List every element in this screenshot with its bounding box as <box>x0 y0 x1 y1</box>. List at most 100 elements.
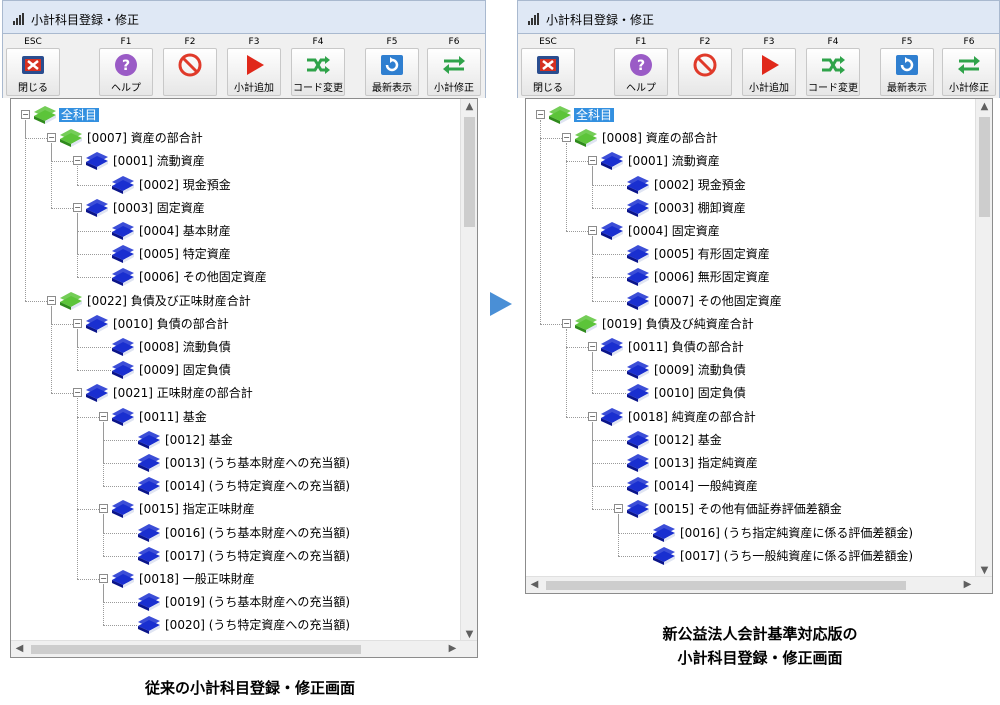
toolbar-button-f1[interactable]: F1? ヘルプ <box>96 34 156 98</box>
button-face[interactable]: 閉じる <box>521 48 575 96</box>
button-face[interactable]: 小計追加 <box>742 48 796 96</box>
collapse-icon[interactable]: − <box>99 504 108 514</box>
tree-node-label: [0006] その他固定資産 <box>139 270 267 285</box>
button-face[interactable]: 最新表示 <box>365 48 419 96</box>
horizontal-scrollbar[interactable]: ◀ ▶ <box>526 576 992 593</box>
help-icon: ? <box>115 54 137 76</box>
tree-node-label: [0005] 有形固定資産 <box>654 247 770 262</box>
tree-connector <box>77 254 111 256</box>
collapse-icon[interactable]: − <box>99 411 108 421</box>
toolbar-button-f5[interactable]: F5 最新表示 <box>362 34 422 98</box>
scroll-thumb[interactable] <box>979 117 990 217</box>
hscroll-thumb[interactable] <box>31 645 361 654</box>
button-face[interactable]: コード変更 <box>291 48 345 96</box>
button-face[interactable] <box>163 48 217 96</box>
scroll-down-icon[interactable]: ▼ <box>461 629 477 640</box>
button-face[interactable]: ? ヘルプ <box>614 48 668 96</box>
account-tree[interactable]: ▲ ▼ ◀ ▶ − 全科目 − [0008] 資産の部合計 − [0001] 流動資産 [0… <box>525 98 993 594</box>
tree-connector <box>77 398 78 579</box>
tree-connector <box>540 138 562 140</box>
collapse-icon[interactable]: − <box>99 574 108 583</box>
collapse-icon[interactable]: − <box>588 411 597 421</box>
tree-connector <box>25 300 47 302</box>
collapse-icon[interactable]: − <box>588 156 597 166</box>
tree-node-label: [0013] (うち基本財産への充当額) <box>165 456 351 470</box>
scroll-right-icon[interactable]: ▶ <box>444 643 461 654</box>
toolbar-button-esc[interactable]: ESC 閉じる <box>518 34 578 98</box>
toolbar-button-f2[interactable]: F2 <box>675 34 735 98</box>
account-book-icon <box>112 338 134 356</box>
tree-node-label: [0004] 固定資産 <box>628 224 720 238</box>
tree-node-label: [0020] (うち特定資産への充当額) <box>165 618 351 633</box>
button-face[interactable]: コード変更 <box>806 48 860 96</box>
collapse-icon[interactable]: − <box>73 388 82 398</box>
scroll-up-icon[interactable]: ▲ <box>461 101 477 112</box>
button-face[interactable]: ? ヘルプ <box>99 48 153 96</box>
collapse-icon[interactable]: − <box>47 133 56 143</box>
tree-node-label: [0009] 固定負債 <box>139 363 231 378</box>
tree-node-label: [0017] (うち特定資産への充当額) <box>165 548 351 563</box>
button-face[interactable]: 小計修正 <box>942 48 996 96</box>
arrow-right-icon <box>490 292 512 316</box>
toolbar-button-f4[interactable]: F4 コード変更 <box>288 34 348 98</box>
window-title: 小計科目登録・修正 <box>31 13 140 27</box>
scroll-down-icon[interactable]: ▼ <box>976 565 992 576</box>
vertical-scrollbar[interactable]: ▲ ▼ <box>460 99 477 642</box>
button-face[interactable]: 小計修正 <box>427 48 481 96</box>
account-book-icon <box>549 106 571 124</box>
tree-connector <box>103 625 137 627</box>
account-book-icon <box>112 361 134 380</box>
tree-node-label: [0010] 負債の部合計 <box>113 316 229 331</box>
toolbar-button-f5[interactable]: F5 最新表示 <box>877 34 937 98</box>
tree-connector <box>618 514 619 556</box>
collapse-icon[interactable]: − <box>588 342 597 351</box>
toolbar-button-f2[interactable]: F2 <box>160 34 220 98</box>
button-face[interactable] <box>678 48 732 96</box>
toolbar-button-f3[interactable]: F3 小計追加 <box>224 34 284 98</box>
toolbar-button-f3[interactable]: F3 小計追加 <box>739 34 799 98</box>
collapse-icon[interactable]: − <box>73 202 82 212</box>
tree-connector <box>592 207 626 209</box>
account-book-icon <box>653 523 675 542</box>
account-book-icon <box>86 198 108 217</box>
scroll-right-icon[interactable]: ▶ <box>959 579 976 590</box>
button-label: コード変更 <box>293 83 343 94</box>
toolbar: ESC 閉じる F1? ヘルプ F2 F3 小計追加 F4 コード変更 F5 最新表示 F6 小計修正 <box>517 34 1000 98</box>
scroll-left-icon[interactable]: ◀ <box>11 643 28 654</box>
collapse-icon[interactable]: − <box>47 295 56 305</box>
vertical-scrollbar[interactable]: ▲ ▼ <box>975 99 992 578</box>
collapse-icon[interactable]: − <box>588 226 597 235</box>
tree-connector <box>566 328 567 417</box>
button-face[interactable]: 閉じる <box>6 48 60 96</box>
toolbar-button-f6[interactable]: F6 小計修正 <box>939 34 999 98</box>
collapse-icon[interactable]: − <box>614 504 623 514</box>
collapse-icon[interactable]: − <box>73 156 82 166</box>
collapse-icon[interactable]: − <box>536 110 545 119</box>
tree-connector <box>592 421 593 510</box>
button-face[interactable]: 小計追加 <box>227 48 281 96</box>
tree-node-label: [0014] (うち特定資産への充当額) <box>165 479 351 494</box>
tree-connector <box>103 555 137 557</box>
account-tree[interactable]: ▲ ▼ ◀ ▶ − 全科目 − [0007] 資産の部合計 − [0001] 流動資産 [0… <box>10 98 478 658</box>
collapse-icon[interactable]: − <box>21 110 30 119</box>
collapse-icon[interactable]: − <box>562 318 571 328</box>
tree-connector <box>103 532 137 534</box>
scroll-left-icon[interactable]: ◀ <box>526 579 543 590</box>
swap-icon <box>958 56 980 74</box>
toolbar-button-f4[interactable]: F4 コード変更 <box>803 34 863 98</box>
button-label: 小計追加 <box>234 83 274 94</box>
button-face[interactable]: 最新表示 <box>880 48 934 96</box>
hscroll-thumb[interactable] <box>546 581 906 590</box>
tree-connector <box>592 393 626 395</box>
horizontal-scrollbar[interactable]: ◀ ▶ <box>11 640 477 657</box>
tree-node-label: [0016] (うち指定純資産に係る評価差額金) <box>680 525 914 540</box>
scroll-thumb[interactable] <box>464 117 475 227</box>
toolbar-button-f6[interactable]: F6 小計修正 <box>424 34 484 98</box>
collapse-icon[interactable]: − <box>73 318 82 328</box>
account-book-icon <box>575 129 597 148</box>
collapse-icon[interactable]: − <box>562 133 571 143</box>
scroll-up-icon[interactable]: ▲ <box>976 101 992 112</box>
toolbar-button-f1[interactable]: F1? ヘルプ <box>611 34 671 98</box>
function-key-label: F1 <box>120 37 132 47</box>
toolbar-button-esc[interactable]: ESC 閉じる <box>3 34 63 98</box>
